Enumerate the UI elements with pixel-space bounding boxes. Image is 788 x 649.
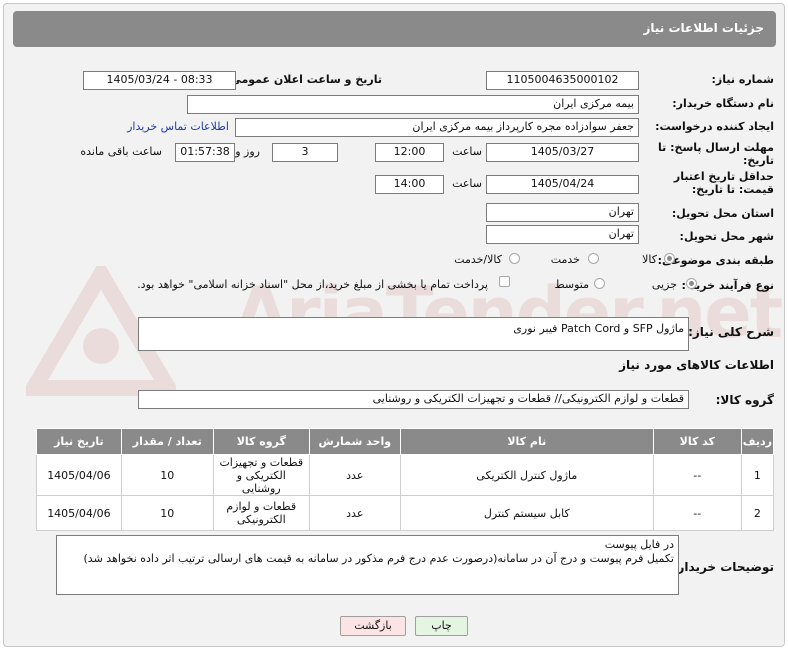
price-validity-label: حداقل تاریخ اعتبار قیمت: تا تاریخ: [673, 170, 774, 196]
goods-group: قطعات و لوازم الکترونیکی [212, 495, 310, 531]
contact-link[interactable]: اطلاعات تماس خریدار [127, 120, 229, 133]
description-text: ماژول SFP و Patch Cord فیبر نوری [513, 322, 684, 335]
province-label: استان محل تحویل: [671, 207, 774, 220]
col-unit: واحد شمارش [308, 428, 401, 455]
buyer-notes-field: در فایل پیوست تکمیل فرم پیوست و درج آن د… [56, 535, 679, 595]
description-field: ماژول SFP و Patch Cord فیبر نوری [138, 317, 689, 351]
goods-code: -- [652, 454, 742, 496]
treasury-payment-checkbox[interactable] [499, 276, 510, 287]
category-service-radio[interactable] [588, 253, 599, 264]
days-label: روز و [235, 145, 260, 158]
print-button[interactable]: چاپ [415, 616, 468, 636]
process-minor-radio[interactable] [686, 278, 697, 289]
province-field: تهران [486, 203, 639, 222]
page-title: جزئیات اطلاعات نیاز [643, 21, 764, 35]
reply-deadline-label: مهلت ارسال پاسخ: تا تاریخ: [658, 141, 774, 167]
col-name: نام کالا [399, 428, 654, 455]
city-label: شهر محل تحویل: [679, 230, 774, 243]
process-medium-radio[interactable] [594, 278, 605, 289]
goods-name: کابل سیستم کنترل [399, 495, 654, 531]
category-goods-service-radio[interactable] [509, 253, 520, 264]
page-header: جزئیات اطلاعات نیاز [13, 11, 776, 47]
process-medium-label: متوسط [554, 278, 589, 291]
buyer-org-label: نام دستگاه خریدار: [672, 97, 774, 110]
row-number: 1 [740, 454, 775, 496]
col-qty: تعداد / مقدار [120, 428, 214, 455]
goods-info-title: اطلاعات کالاهای مورد نیاز [619, 358, 774, 372]
price-time-label: ساعت [452, 177, 482, 190]
goods-group-field: قطعات و لوازم الکترونیکی// قطعات و تجهیز… [138, 390, 689, 409]
description-label: شرح کلی نیاز: [688, 325, 774, 339]
days-field: 3 [272, 143, 338, 162]
creator-field: جعفر سوادزاده مجره کارپرداز بیمه مرکزی ا… [235, 118, 639, 137]
category-label: طبقه بندی موضوعی: [657, 254, 774, 267]
table-row: 2 -- کابل سیستم کنترل عدد قطعات و لوازم … [36, 495, 775, 531]
goods-qty: 10 [120, 454, 214, 496]
goods-date: 1405/04/06 [36, 495, 122, 531]
goods-unit: عدد [308, 495, 401, 531]
buyer-notes-label: توضیحات خریدار: [672, 560, 774, 574]
reply-time-field: 12:00 [375, 143, 444, 162]
need-number-field: 1105004635000102 [486, 71, 639, 90]
category-goods-label: کالا [642, 253, 657, 266]
row-number: 2 [740, 495, 775, 531]
price-time-field: 14:00 [375, 175, 444, 194]
treasury-payment-note: پرداخت تمام یا بخشی از مبلغ خرید،از محل … [137, 278, 488, 291]
price-date-field: 1405/04/24 [486, 175, 639, 194]
category-goods-service-label: کالا/خدمت [454, 253, 502, 266]
announce-label: تاریخ و ساعت اعلان عمومی: [225, 73, 382, 86]
goods-qty: 10 [120, 495, 214, 531]
need-number-label: شماره نیاز: [711, 73, 774, 86]
col-row: ردیف [740, 428, 775, 455]
reply-time-label: ساعت [452, 145, 482, 158]
col-group: گروه کالا [212, 428, 310, 455]
goods-date: 1405/04/06 [36, 454, 122, 496]
creator-label: ایجاد کننده درخواست: [655, 120, 774, 133]
category-service-label: خدمت [550, 253, 580, 266]
reply-date-field: 1405/03/27 [486, 143, 639, 162]
process-minor-label: جزیی [651, 278, 677, 291]
goods-group: قطعات و تجهیزات الکتریکی و روشنایی [212, 454, 310, 496]
goods-name: ماژول کنترل الکتریکی [399, 454, 654, 496]
announce-field: 1405/03/24 - 08:33 [83, 71, 236, 90]
col-code: کد کالا [652, 428, 742, 455]
table-row: 1 -- ماژول کنترل الکتریکی عدد قطعات و تج… [36, 454, 775, 496]
goods-group-label: گروه کالا: [715, 393, 774, 407]
goods-table: ردیف کد کالا نام کالا واحد شمارش گروه کا… [36, 428, 775, 531]
remaining-label: ساعت باقی مانده [80, 145, 162, 158]
col-date: تاریخ نیاز [36, 428, 122, 455]
buyer-org-field: بیمه مرکزی ایران [187, 95, 639, 114]
details-panel: AriaTender.net جزئیات اطلاعات نیاز شماره… [3, 3, 785, 647]
city-field: تهران [486, 225, 639, 244]
goods-code: -- [652, 495, 742, 531]
back-button[interactable]: بازگشت [340, 616, 406, 636]
goods-unit: عدد [308, 454, 401, 496]
remaining-time-field: 01:57:38 [175, 143, 235, 162]
category-goods-radio[interactable] [664, 253, 675, 264]
